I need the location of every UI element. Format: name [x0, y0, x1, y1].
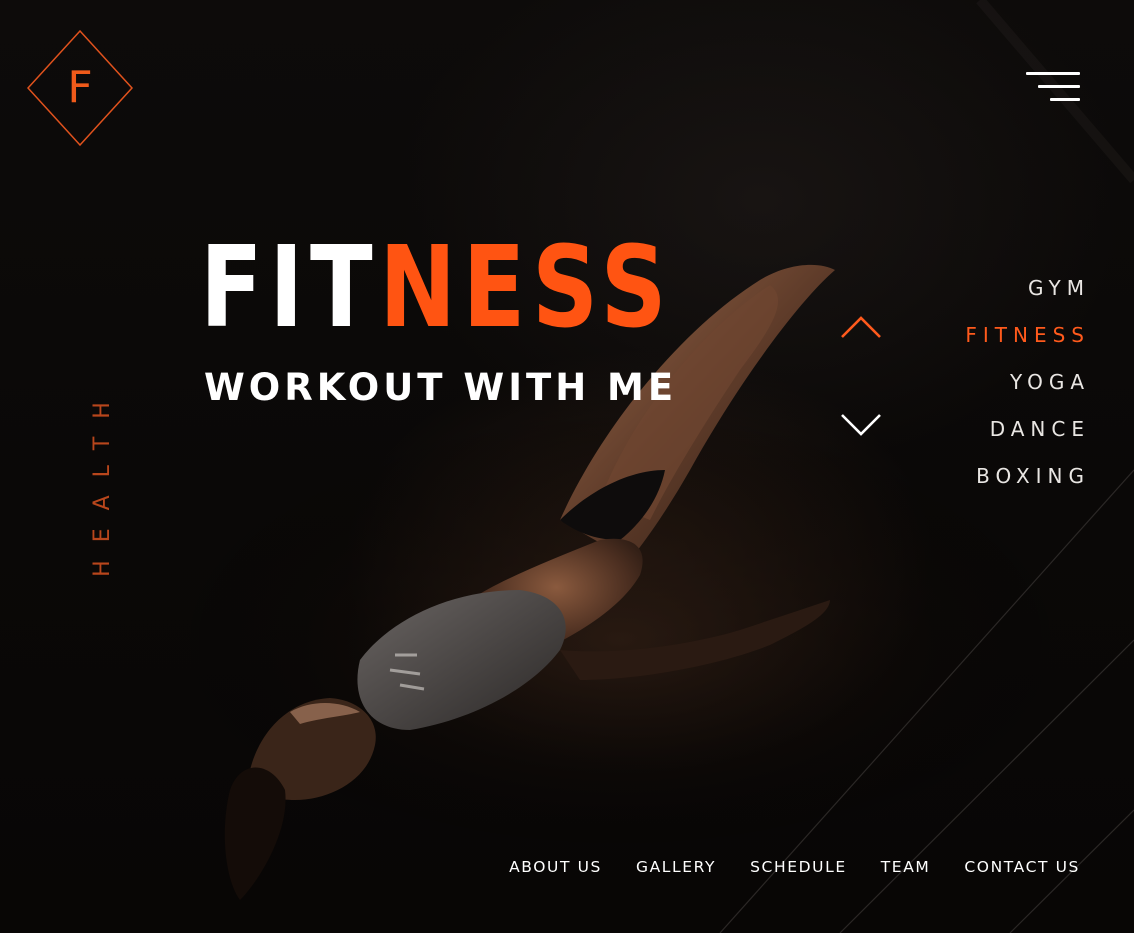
menu-line: [1038, 85, 1080, 88]
footer-link-contact-us[interactable]: CONTACT US: [964, 858, 1080, 876]
menu-line: [1026, 72, 1080, 75]
category-item-boxing[interactable]: BOXING: [965, 453, 1090, 500]
hero-title: FITNESS: [200, 232, 673, 344]
footer-link-schedule[interactable]: SCHEDULE: [750, 858, 847, 876]
category-item-dance[interactable]: DANCE: [965, 406, 1090, 453]
category-item-yoga[interactable]: YOGA: [965, 359, 1090, 406]
footer-link-about-us[interactable]: ABOUT US: [509, 858, 602, 876]
footer-link-team[interactable]: TEAM: [881, 858, 931, 876]
brand-logo[interactable]: F: [27, 30, 133, 146]
hero-subtitle: WORKOUT WITH ME: [204, 366, 678, 409]
logo-letter: F: [67, 62, 93, 113]
category-nav: GYM FITNESS YOGA DANCE BOXING: [965, 265, 1084, 500]
chevron-up-icon[interactable]: [839, 314, 883, 340]
footer-nav: ABOUT US GALLERY SCHEDULE TEAM CONTACT U…: [509, 858, 1080, 876]
hero-title-part1: FIT: [200, 223, 380, 353]
footer-link-gallery[interactable]: GALLERY: [636, 858, 716, 876]
hero-photo: [160, 0, 1134, 933]
menu-line: [1050, 98, 1080, 101]
category-item-fitness[interactable]: FITNESS: [965, 312, 1090, 359]
category-item-gym[interactable]: GYM: [965, 265, 1090, 312]
hero-title-part2: NESS: [379, 223, 674, 353]
side-label: HEALTH: [89, 330, 115, 630]
hamburger-menu-icon[interactable]: [1020, 66, 1086, 110]
side-label-text: HEALTH: [89, 383, 115, 577]
chevron-down-icon[interactable]: [839, 412, 883, 438]
landing-page: F HEALTH FITNESS WORKOUT WITH ME GYM FIT…: [0, 0, 1134, 933]
